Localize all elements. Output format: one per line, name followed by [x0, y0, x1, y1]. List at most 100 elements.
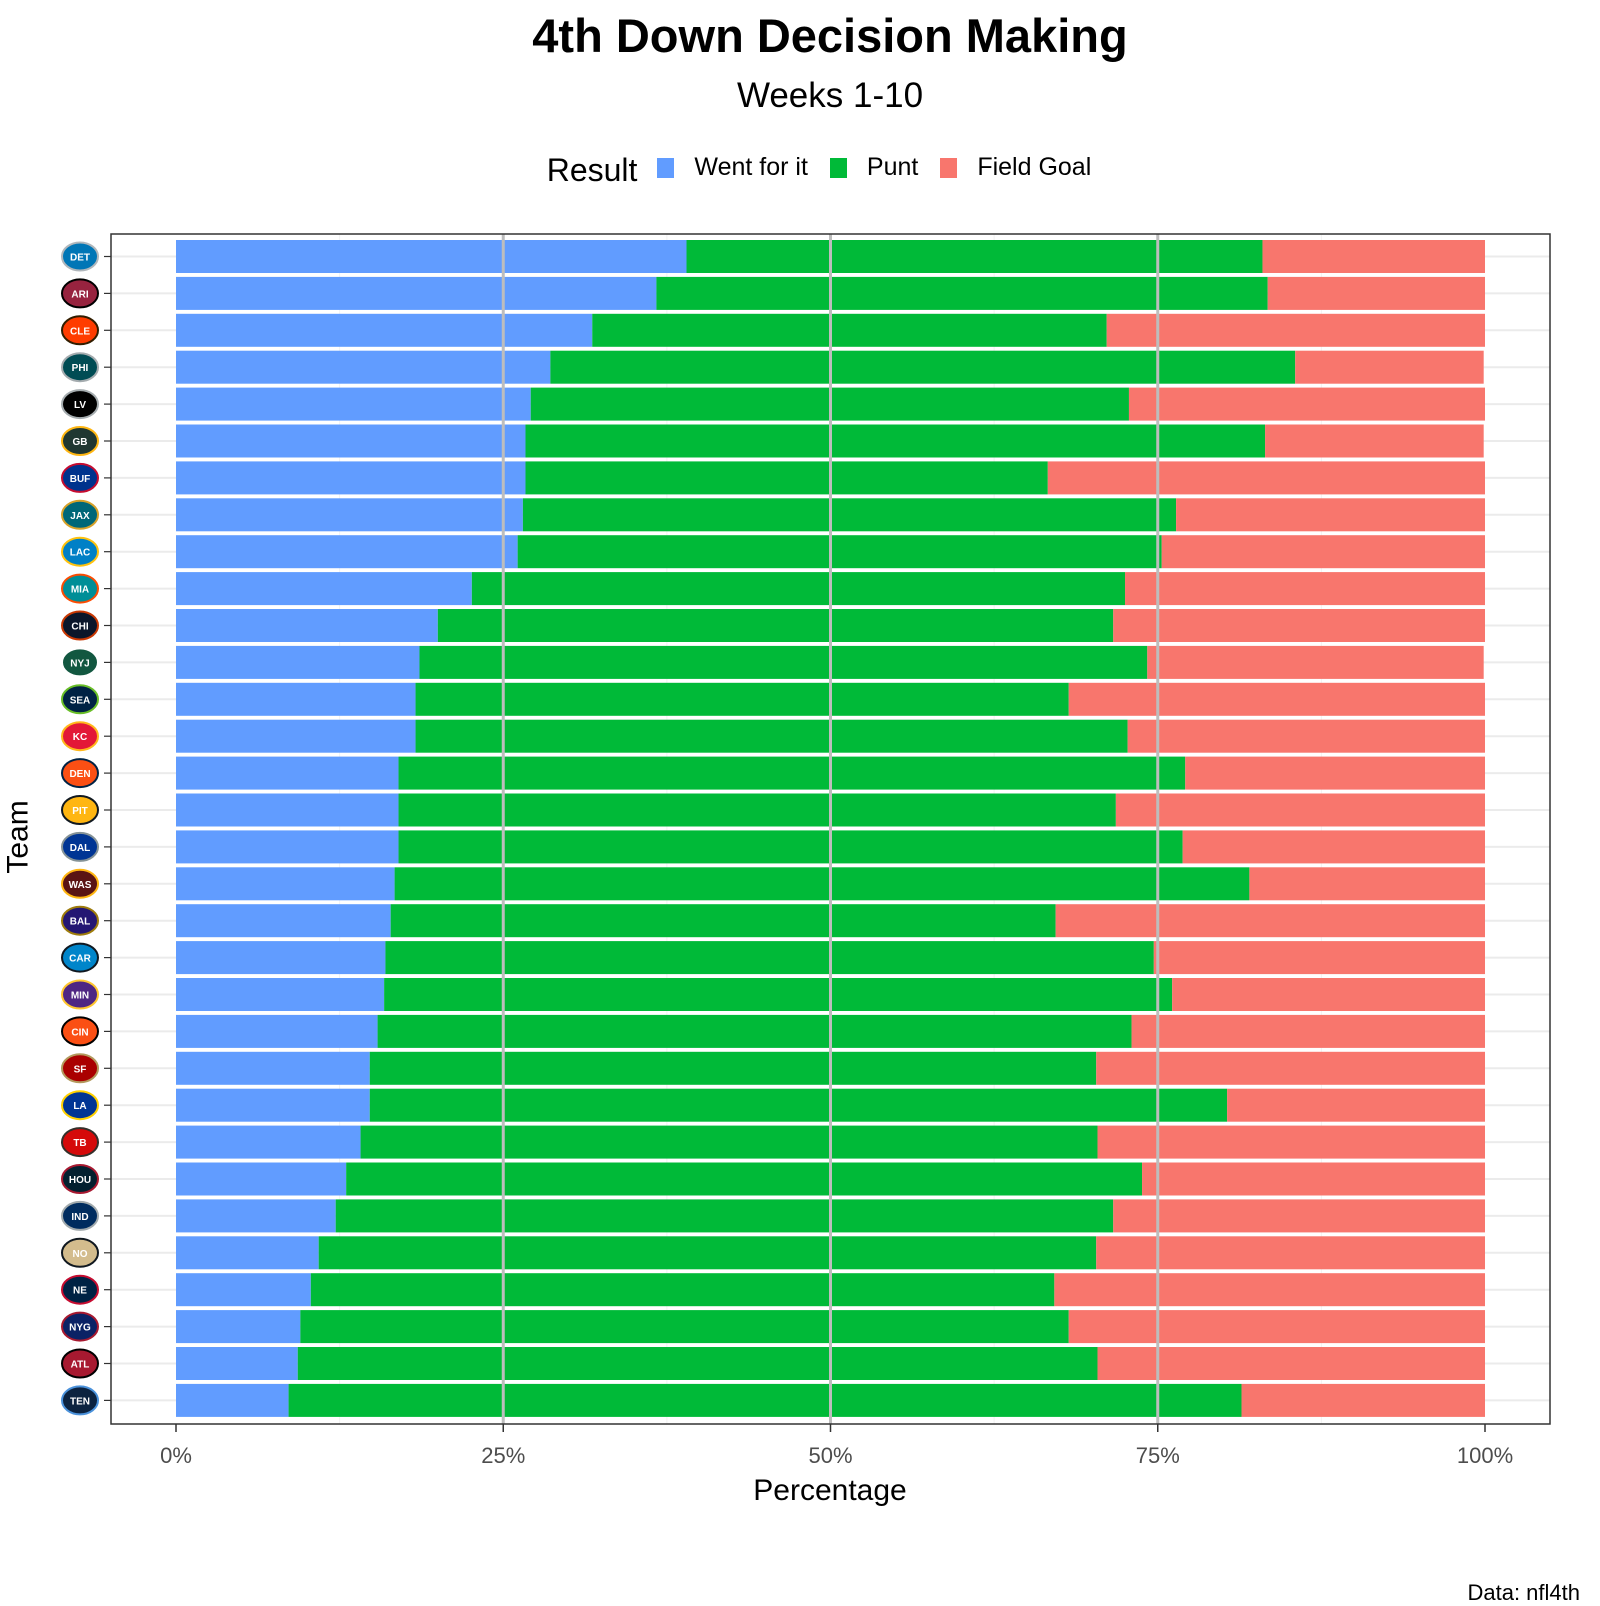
bar-la-field-goal: [1227, 1088, 1485, 1122]
bar-mia-field-goal: [1125, 572, 1485, 606]
bar-no-field-goal: [1096, 1236, 1485, 1270]
bar-jax-punt: [522, 498, 1177, 532]
bar-atl-went-for-it: [176, 1347, 298, 1380]
bar-ne-punt: [310, 1273, 1055, 1307]
bar-car-field-goal: [1153, 941, 1485, 975]
bar-chi-punt: [437, 609, 1114, 642]
bar-buf-field-goal: [1047, 461, 1485, 495]
bar-hou-went-for-it: [176, 1162, 347, 1196]
bar-buf-went-for-it: [176, 461, 526, 495]
bar-phi-field-goal: [1295, 350, 1484, 384]
bar-buf-punt: [525, 461, 1048, 495]
bar-car-went-for-it: [176, 941, 386, 975]
y-axis-label: Team: [1, 800, 35, 874]
bar-det-punt: [686, 240, 1263, 273]
bar-min-field-goal: [1172, 978, 1485, 1011]
team-logo-label: CIN: [71, 1027, 88, 1038]
team-logo-label: GB: [73, 437, 88, 448]
team-logo-label: NYJ: [70, 658, 89, 669]
bar-tb-punt: [360, 1125, 1098, 1159]
team-logo-label: NO: [73, 1249, 88, 1260]
team-logo-label: CHI: [71, 622, 88, 633]
team-logo-label: MIN: [71, 991, 89, 1002]
bar-hou-field-goal: [1142, 1162, 1485, 1196]
bar-pit-field-goal: [1115, 793, 1485, 827]
bar-sf-punt: [369, 1051, 1097, 1085]
bar-sea-went-for-it: [176, 682, 416, 716]
team-logo-label: JAX: [70, 511, 90, 522]
bar-cin-field-goal: [1131, 1014, 1485, 1048]
bar-ne-field-goal: [1054, 1273, 1485, 1307]
bar-la-punt: [369, 1088, 1228, 1122]
bar-phi-went-for-it: [176, 350, 551, 384]
x-tick-label: 0%: [160, 1443, 192, 1468]
bar-det-field-goal: [1262, 240, 1485, 273]
bar-no-went-for-it: [176, 1236, 319, 1270]
team-logo-label: TB: [73, 1138, 86, 1149]
team-logo-label: LAC: [70, 548, 91, 559]
bar-dal-went-for-it: [176, 830, 399, 864]
chart-caption: Data: nfl4th: [1467, 1580, 1580, 1605]
team-logo-label: CLE: [70, 326, 90, 337]
bar-sea-punt: [415, 682, 1069, 716]
bar-ten-went-for-it: [176, 1383, 289, 1417]
bar-ind-went-for-it: [176, 1199, 336, 1233]
bar-kc-punt: [415, 719, 1128, 753]
team-logo-label: DET: [70, 253, 90, 264]
bar-bal-punt: [390, 904, 1056, 938]
bar-nyg-field-goal: [1068, 1310, 1485, 1344]
bar-jax-went-for-it: [176, 498, 523, 532]
bar-cle-punt: [592, 313, 1107, 347]
team-logo-label: ARI: [71, 289, 88, 300]
x-tick-label: 75%: [1136, 1443, 1180, 1468]
bar-nyg-punt: [300, 1310, 1069, 1344]
bar-cle-field-goal: [1106, 313, 1485, 347]
bar-cle-went-for-it: [176, 313, 593, 347]
bar-ten-punt: [288, 1383, 1242, 1417]
x-tick-label: 100%: [1457, 1443, 1513, 1468]
bar-ten-field-goal: [1241, 1383, 1485, 1417]
bar-was-punt: [394, 867, 1250, 901]
bar-sf-field-goal: [1096, 1051, 1485, 1085]
team-logo-label: NE: [73, 1286, 87, 1297]
bar-pit-went-for-it: [176, 793, 399, 827]
team-logo-label: BAL: [70, 917, 91, 928]
team-logo-label: DAL: [70, 843, 91, 854]
team-logo-label: CAR: [69, 954, 91, 965]
bar-dal-field-goal: [1182, 830, 1485, 864]
bar-nyg-went-for-it: [176, 1310, 301, 1344]
bar-lac-field-goal: [1161, 535, 1485, 569]
team-logo-label: HOU: [69, 1175, 91, 1186]
bar-car-punt: [385, 941, 1154, 975]
bar-ind-punt: [335, 1199, 1114, 1233]
team-logo-label: ATL: [71, 1360, 90, 1371]
team-logo-label: PIT: [72, 806, 88, 817]
stacked-bar-chart: 0% 25% 50% 75% 100% Percentage DET ARI CLE PHI LV G…: [61, 233, 1551, 1507]
bar-kc-field-goal: [1127, 719, 1485, 753]
x-axis-label: Percentage: [753, 1474, 906, 1507]
bar-gb-went-for-it: [176, 424, 526, 458]
team-logo-label: LA: [73, 1101, 86, 1112]
bar-den-field-goal: [1185, 756, 1485, 790]
bar-ari-field-goal: [1267, 276, 1485, 310]
bar-sea-field-goal: [1068, 682, 1485, 716]
bar-phi-punt: [550, 350, 1296, 384]
team-logo-label: LV: [74, 400, 86, 411]
team-logo-label: NYG: [69, 1323, 91, 1334]
bar-lac-punt: [517, 535, 1162, 569]
bar-was-went-for-it: [176, 867, 395, 901]
bar-mia-went-for-it: [176, 572, 472, 606]
bar-nyj-field-goal: [1147, 645, 1484, 679]
team-logo-label: MIA: [71, 585, 89, 596]
bar-lv-field-goal: [1128, 387, 1485, 421]
team-logo-label: SEA: [70, 695, 91, 706]
team-logo-label: SF: [74, 1064, 87, 1075]
team-logo-label: BUF: [70, 474, 91, 485]
bar-chi-went-for-it: [176, 609, 438, 642]
bar-tb-went-for-it: [176, 1125, 361, 1159]
bar-kc-went-for-it: [176, 719, 416, 753]
team-logo-label: DEN: [69, 769, 90, 780]
bar-pit-punt: [398, 793, 1116, 827]
team-logo-label: PHI: [72, 363, 89, 374]
team-logo-label: TEN: [70, 1396, 90, 1407]
